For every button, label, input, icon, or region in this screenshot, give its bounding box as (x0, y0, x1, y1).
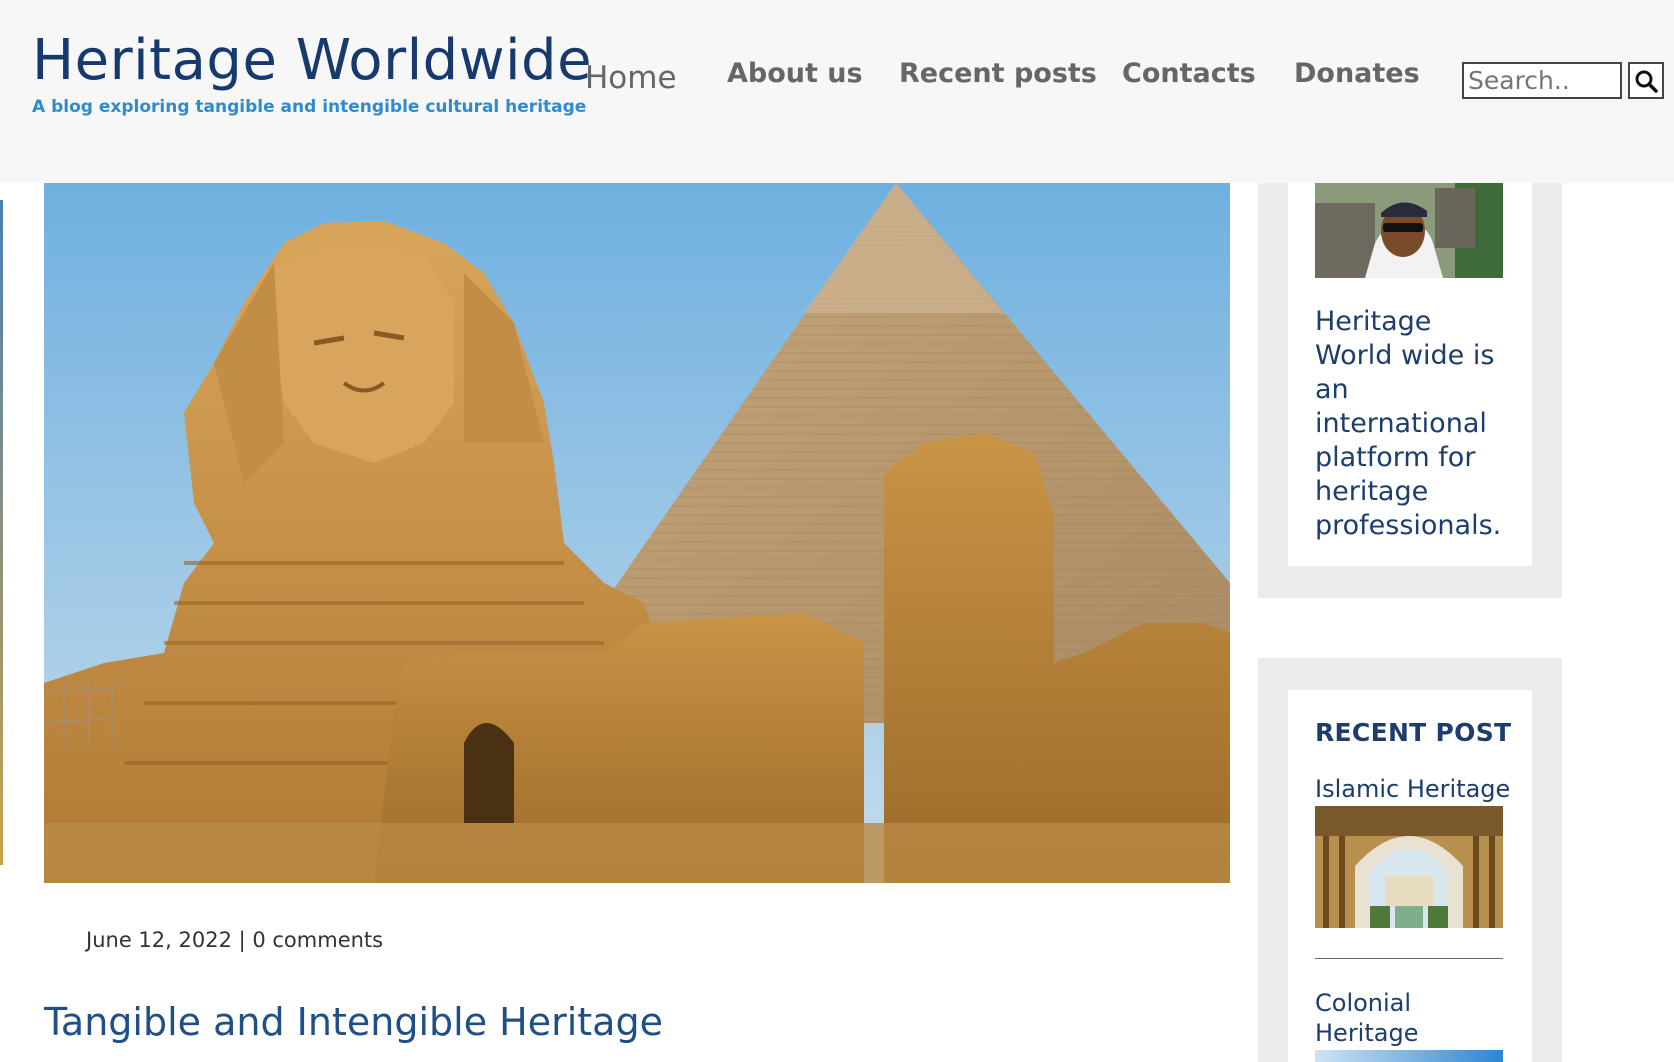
left-edge-decoration (0, 200, 3, 865)
site-title[interactable]: Heritage Worldwide (32, 28, 592, 93)
search-icon (1635, 70, 1658, 93)
author-photo-illustration (1315, 183, 1503, 278)
colonial-heritage-thumbnail[interactable] (1315, 1050, 1503, 1062)
recent-post-link-colonial[interactable]: Colonial Heritage (1315, 988, 1465, 1048)
about-text: Heritage World wide is an international … (1315, 306, 1502, 541)
post-meta: June 12, 2022 | 0 comments (86, 928, 384, 952)
sphinx-pyramid-illustration (44, 183, 1230, 883)
recent-post-link-islamic[interactable]: Islamic Heritage (1315, 774, 1515, 804)
author-photo (1315, 183, 1503, 278)
post-title[interactable]: Tangible and Intengible Heritage (44, 1000, 663, 1044)
nav-contacts[interactable]: Contacts (1122, 58, 1256, 89)
nav-recent-posts[interactable]: Recent posts (899, 58, 1097, 89)
recent-posts-divider (1315, 958, 1503, 959)
islamic-heritage-illustration (1315, 806, 1503, 928)
search-input[interactable] (1462, 62, 1622, 99)
site-header: Heritage Worldwide A blog exploring tang… (0, 0, 1674, 183)
islamic-heritage-thumbnail[interactable] (1315, 806, 1503, 928)
nav-about-us[interactable]: About us (727, 58, 863, 89)
nav-home[interactable]: Home (585, 60, 677, 96)
nav-donates[interactable]: Donates (1294, 58, 1420, 89)
search-button[interactable] (1628, 62, 1664, 99)
recent-posts-heading: RECENT POST (1315, 718, 1512, 747)
site-tagline: A blog exploring tangible and intengible… (32, 97, 587, 117)
hero-image (44, 183, 1230, 883)
